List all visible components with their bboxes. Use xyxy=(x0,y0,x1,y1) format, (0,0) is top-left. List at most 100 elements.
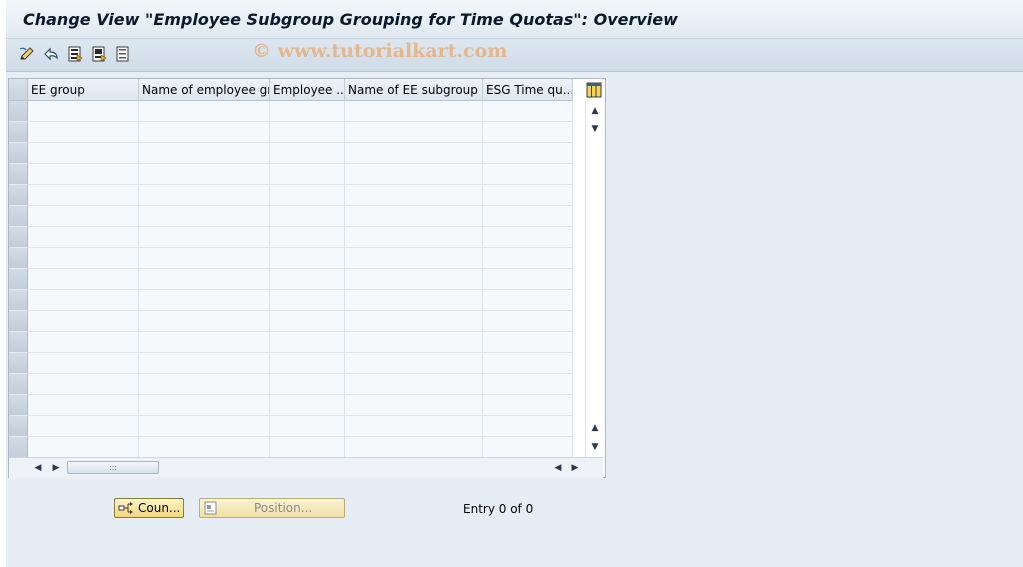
table-cell[interactable] xyxy=(139,437,270,458)
table-cell[interactable] xyxy=(270,332,345,353)
table-cell[interactable] xyxy=(345,374,483,395)
table-row[interactable] xyxy=(9,227,573,248)
table-cell[interactable] xyxy=(483,416,573,437)
table-cell[interactable] xyxy=(345,416,483,437)
table-row[interactable] xyxy=(9,395,573,416)
select-all-icon[interactable] xyxy=(66,45,84,63)
edit-pencil-icon[interactable] xyxy=(18,45,36,63)
table-cell[interactable] xyxy=(270,185,345,206)
table-cell[interactable] xyxy=(483,185,573,206)
table-cell[interactable] xyxy=(345,248,483,269)
table-cell[interactable] xyxy=(345,332,483,353)
table-cell[interactable] xyxy=(28,227,139,248)
table-row[interactable] xyxy=(9,269,573,290)
scroll-right-icon[interactable]: ▶ xyxy=(51,462,61,474)
table-cell[interactable] xyxy=(483,290,573,311)
table-cell[interactable] xyxy=(28,311,139,332)
table-cell[interactable] xyxy=(139,395,270,416)
table-row[interactable] xyxy=(9,185,573,206)
table-cell[interactable] xyxy=(28,185,139,206)
select-all-rows-button[interactable] xyxy=(9,79,28,101)
table-row[interactable] xyxy=(9,437,573,458)
table-row[interactable] xyxy=(9,122,573,143)
undo-changes-icon[interactable] xyxy=(42,45,60,63)
table-cell[interactable] xyxy=(28,269,139,290)
row-selector[interactable] xyxy=(9,164,28,185)
horizontal-scroll-thumb[interactable]: ::: xyxy=(67,461,159,474)
table-cell[interactable] xyxy=(28,332,139,353)
table-cell[interactable] xyxy=(483,122,573,143)
scroll-left-end-icon[interactable]: ◀ xyxy=(553,462,563,474)
column-header-employee-group-name[interactable]: Name of employee grp xyxy=(139,79,270,101)
table-cell[interactable] xyxy=(28,353,139,374)
table-row[interactable] xyxy=(9,353,573,374)
table-cell[interactable] xyxy=(28,248,139,269)
vertical-scrollbar[interactable]: ▲ ▼ ▲ ▼ xyxy=(585,101,604,457)
table-cell[interactable] xyxy=(345,269,483,290)
table-cell[interactable] xyxy=(139,185,270,206)
table-cell[interactable] xyxy=(270,374,345,395)
table-cell[interactable] xyxy=(28,122,139,143)
table-cell[interactable] xyxy=(139,311,270,332)
scroll-up-icon[interactable]: ▲ xyxy=(590,106,600,116)
table-cell[interactable] xyxy=(139,206,270,227)
table-cell[interactable] xyxy=(345,290,483,311)
scroll-left-icon[interactable]: ◀ xyxy=(33,462,43,474)
table-cell[interactable] xyxy=(483,206,573,227)
table-cell[interactable] xyxy=(483,269,573,290)
table-row[interactable] xyxy=(9,332,573,353)
table-cell[interactable] xyxy=(270,416,345,437)
table-cell[interactable] xyxy=(483,311,573,332)
table-cell[interactable] xyxy=(345,437,483,458)
table-cell[interactable] xyxy=(345,206,483,227)
column-header-ee-subgroup-name[interactable]: Name of EE subgroup xyxy=(345,79,483,101)
row-selector[interactable] xyxy=(9,290,28,311)
table-cell[interactable] xyxy=(28,437,139,458)
row-selector[interactable] xyxy=(9,311,28,332)
row-selector[interactable] xyxy=(9,332,28,353)
table-cell[interactable] xyxy=(345,395,483,416)
row-selector[interactable] xyxy=(9,101,28,122)
table-row[interactable] xyxy=(9,311,573,332)
table-cell[interactable] xyxy=(270,227,345,248)
row-selector[interactable] xyxy=(9,227,28,248)
table-cell[interactable] xyxy=(139,332,270,353)
table-cell[interactable] xyxy=(139,101,270,122)
scroll-page-down-icon[interactable]: ▼ xyxy=(590,124,600,134)
row-selector[interactable] xyxy=(9,374,28,395)
column-settings-icon[interactable] xyxy=(585,80,603,100)
column-header-esg-time-quota[interactable]: ESG Time qu... xyxy=(483,79,573,101)
table-cell[interactable] xyxy=(345,311,483,332)
table-cell[interactable] xyxy=(139,290,270,311)
table-cell[interactable] xyxy=(345,164,483,185)
table-cell[interactable] xyxy=(345,185,483,206)
row-selector[interactable] xyxy=(9,353,28,374)
table-cell[interactable] xyxy=(28,206,139,227)
table-cell[interactable] xyxy=(270,122,345,143)
table-cell[interactable] xyxy=(139,227,270,248)
table-cell[interactable] xyxy=(483,227,573,248)
table-cell[interactable] xyxy=(483,332,573,353)
table-row[interactable] xyxy=(9,206,573,227)
table-cell[interactable] xyxy=(139,269,270,290)
table-cell[interactable] xyxy=(483,248,573,269)
table-cell[interactable] xyxy=(345,353,483,374)
table-cell[interactable] xyxy=(139,416,270,437)
row-selector[interactable] xyxy=(9,437,28,458)
row-selector[interactable] xyxy=(9,269,28,290)
table-cell[interactable] xyxy=(483,101,573,122)
table-cell[interactable] xyxy=(139,374,270,395)
row-selector[interactable] xyxy=(9,248,28,269)
table-cell[interactable] xyxy=(270,353,345,374)
table-row[interactable] xyxy=(9,101,573,122)
column-header-employee-subgroup[interactable]: Employee ... xyxy=(270,79,345,101)
position-button[interactable]: Position... xyxy=(199,498,345,518)
scroll-right-end-icon[interactable]: ▶ xyxy=(570,462,580,474)
table-row[interactable] xyxy=(9,374,573,395)
table-cell[interactable] xyxy=(28,143,139,164)
table-cell[interactable] xyxy=(270,437,345,458)
table-cell[interactable] xyxy=(28,374,139,395)
table-cell[interactable] xyxy=(139,122,270,143)
table-cell[interactable] xyxy=(270,395,345,416)
table-cell[interactable] xyxy=(270,290,345,311)
